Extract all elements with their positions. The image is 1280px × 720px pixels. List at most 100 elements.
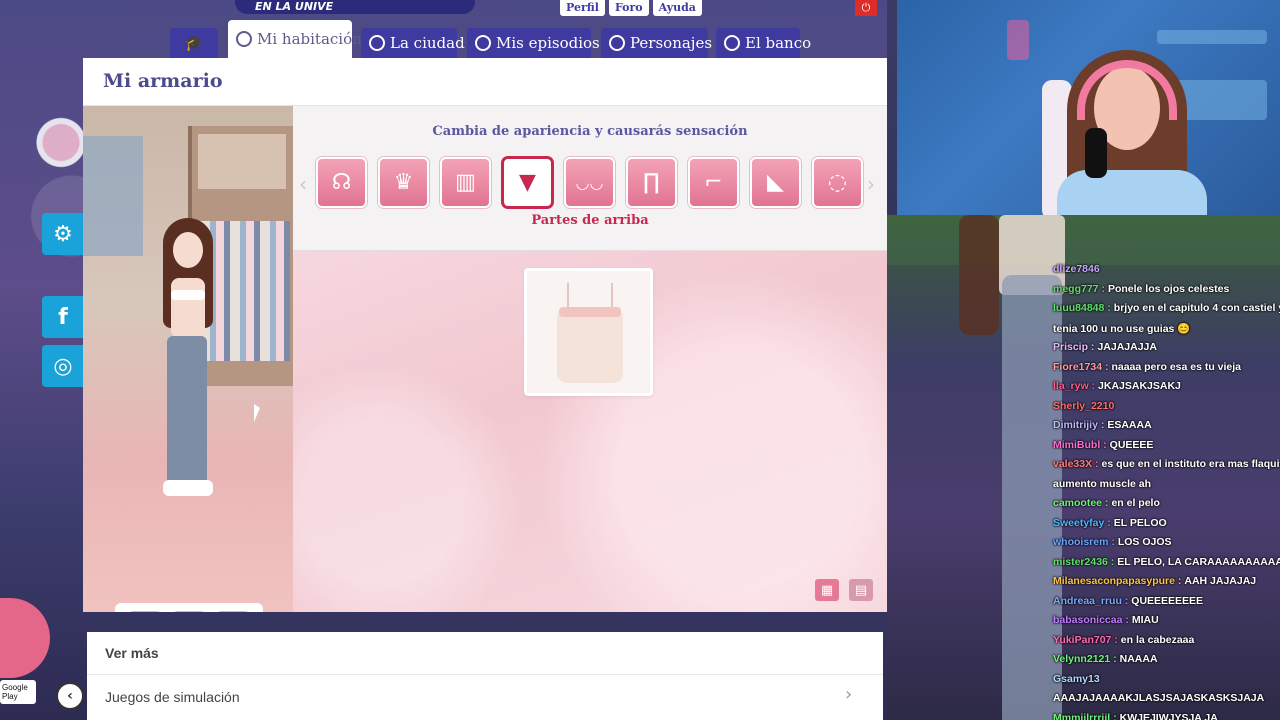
mouse-cursor xyxy=(254,404,260,422)
tab-label: La ciudad xyxy=(390,34,465,52)
chat-message: aumento muscle ah xyxy=(1053,478,1151,490)
location-pin-icon xyxy=(369,35,385,51)
avatar-room-preview: ☺ ⟳ ▣ xyxy=(83,106,293,612)
chat-username[interactable]: Gsamy13 xyxy=(1053,673,1100,685)
chat-username[interactable]: Sweetyfay : xyxy=(1053,517,1111,529)
back-button[interactable]: ‹ xyxy=(56,682,84,710)
chat-username[interactable]: Andreaa_rruu : xyxy=(1053,595,1128,607)
play-icon xyxy=(475,35,491,51)
room-icon xyxy=(236,31,252,47)
tab-personajes[interactable]: Personajes xyxy=(601,28,712,58)
forum-link[interactable]: Foro xyxy=(608,0,649,16)
category-shoes[interactable]: ◣ xyxy=(750,157,801,208)
item-card[interactable] xyxy=(524,268,653,396)
tab-home[interactable]: 🎓 xyxy=(170,28,218,58)
category-heading: Cambia de apariencia y causarás sensació… xyxy=(432,124,748,139)
chat-message: Milanesaconpapasypure : AAH JAJAJAJ xyxy=(1053,575,1256,587)
settings-button[interactable]: ⚙ xyxy=(42,213,84,255)
tab-mis-episodios[interactable]: Mis episodios xyxy=(467,28,600,58)
logout-button[interactable]: ⏻ xyxy=(855,0,877,16)
chat-message: babasoniccaa : MIAU xyxy=(1053,614,1159,626)
chat-text: AAH JAJAJAJ xyxy=(1184,575,1257,587)
chat-username[interactable]: Dimitrijiy : xyxy=(1053,419,1104,431)
heart-icon xyxy=(609,35,625,51)
category-jackets[interactable]: ▥ xyxy=(440,157,491,208)
small-grid-view-button[interactable]: ▤ xyxy=(849,579,873,601)
chat-username[interactable]: whooisrem : xyxy=(1053,536,1115,548)
chat-username[interactable]: babasoniccaa : xyxy=(1053,614,1129,626)
chat-text: aumento muscle ah xyxy=(1053,477,1152,490)
save-button[interactable]: ▣ xyxy=(214,611,252,612)
chat-username[interactable]: dlize7846 xyxy=(1053,263,1100,275)
camisole-icon xyxy=(557,283,623,383)
category-underwear[interactable]: ◡◡ xyxy=(564,157,615,208)
google-play-badge[interactable]: Google Play xyxy=(0,680,36,704)
chevron-right-icon[interactable]: › xyxy=(867,172,875,196)
instagram-icon: ◎ xyxy=(53,353,73,379)
chat-text: brjyo en el capitulo 4 con castiel y xyxy=(1113,302,1280,314)
chat-username[interactable]: MimiBubl : xyxy=(1053,439,1107,451)
chat-username[interactable]: Fiore1734 : xyxy=(1053,361,1108,373)
category-accessories[interactable]: ◌ xyxy=(812,157,863,208)
category-section: Cambia de apariencia y causarás sensació… xyxy=(293,106,887,251)
chevron-right-icon[interactable]: › xyxy=(845,684,852,705)
wardrobe-content: Cambia de apariencia y causarás sensació… xyxy=(293,106,887,612)
tab-mi-habitacion[interactable]: Mi habitación xyxy=(228,20,362,58)
facebook-icon: f xyxy=(58,304,68,330)
category-pants[interactable]: ∏ xyxy=(626,157,677,208)
chat-username[interactable]: Sherly_2210 xyxy=(1053,400,1114,412)
category-socks[interactable]: ⌐ xyxy=(688,157,739,208)
chat-text: QUEEEEEEEE xyxy=(1131,594,1204,607)
chat-message: luuu84848 : brjyo en el capitulo 4 con ca… xyxy=(1053,302,1280,314)
chat-message: Sherly_2210 xyxy=(1053,400,1117,412)
chat-username[interactable]: megg777 : xyxy=(1053,283,1105,295)
avatar-action-bar: ☺ ⟳ ▣ xyxy=(115,603,263,612)
gear-icon: ⚙ xyxy=(53,221,73,247)
chat-username[interactable]: camootee : xyxy=(1053,497,1108,509)
category-tops[interactable]: ▼ xyxy=(502,157,553,208)
chat-username[interactable]: vale33X : xyxy=(1053,458,1099,470)
tab-la-ciudad[interactable]: La ciudad xyxy=(361,28,465,58)
chat-username[interactable]: Velynn2121 : xyxy=(1053,653,1117,665)
chat-message: dlize7846 xyxy=(1053,263,1103,275)
chat-message: mister2436 : EL PELO, LA CARAAAAAAAAAA xyxy=(1053,556,1280,568)
chat-message: Andreaa_rruu : QUEEEEEEEE xyxy=(1053,595,1203,607)
see-more-section: Ver más Juegos de simulación › xyxy=(87,632,883,720)
chat-username[interactable]: Milanesaconpapasypure : xyxy=(1053,575,1181,587)
avatar[interactable] xyxy=(143,218,233,518)
chat-message: whooisrem : LOS OJOS xyxy=(1053,536,1172,548)
category-hair[interactable]: ☊ xyxy=(316,157,367,208)
chat-username[interactable]: Mmmiilrrriil : xyxy=(1053,712,1117,720)
chat-message: tenia 100 u no use guias 😊 xyxy=(1053,322,1190,335)
instagram-button[interactable]: ◎ xyxy=(42,345,84,387)
facebook-button[interactable]: f xyxy=(42,296,84,338)
chat-message: AAAJAJAAAAKJLASJSAJASKASKSJAJA xyxy=(1053,692,1264,704)
category-hats[interactable]: ♛ xyxy=(378,157,429,208)
chat-text: Ponele los ojos celestes xyxy=(1107,282,1230,295)
face-button[interactable]: ☺ xyxy=(126,611,164,612)
chat-message: MimiBubl : QUEEEE xyxy=(1053,439,1153,451)
grid-small-icon: ▤ xyxy=(854,582,868,598)
chat-username[interactable]: lla_ryw : xyxy=(1053,380,1095,392)
bookshelf xyxy=(83,136,143,256)
chat-text: JKAJSAKJSAKJ xyxy=(1098,380,1181,392)
chat-text: JAJAJAJJA xyxy=(1097,341,1157,353)
large-grid-view-button[interactable]: ▦ xyxy=(815,579,839,601)
chat-username[interactable]: Priscip : xyxy=(1053,341,1094,353)
power-icon: ⏻ xyxy=(861,1,871,14)
profile-link[interactable]: Perfil xyxy=(560,0,605,16)
simulation-games-link[interactable]: Juegos de simulación xyxy=(105,689,240,705)
top-icon: ▼ xyxy=(519,170,536,195)
chat-username[interactable]: YukiPan707 : xyxy=(1053,634,1118,646)
chat-username[interactable]: luuu84848 : xyxy=(1053,302,1111,314)
chevron-left-icon[interactable]: ‹ xyxy=(299,172,307,196)
chat-username[interactable]: mister2436 : xyxy=(1053,556,1114,568)
tab-el-banco[interactable]: El banco xyxy=(716,28,811,58)
chat-message: vale33X : es que en el instituto era mas … xyxy=(1053,458,1280,470)
reset-button[interactable]: ⟳ xyxy=(170,611,208,612)
flower-decoration xyxy=(36,95,86,190)
help-link[interactable]: Ayuda xyxy=(652,0,702,16)
chat-text: EL PELO, LA CARAAAAAAAAAA xyxy=(1117,555,1280,568)
chat-message: YukiPan707 : en la cabezaaa xyxy=(1053,634,1194,646)
chat-text: LOS OJOS xyxy=(1117,536,1172,548)
